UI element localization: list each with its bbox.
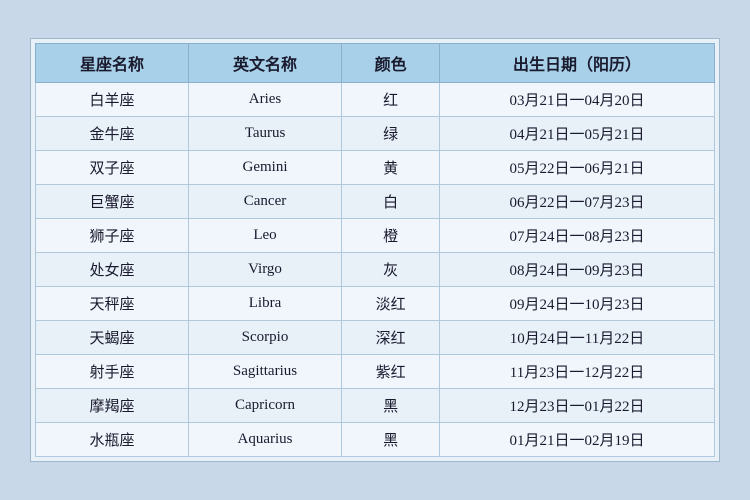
cell-english-name: Gemini xyxy=(188,151,341,185)
cell-english-name: Scorpio xyxy=(188,321,341,355)
table-row: 双子座Gemini黄05月22日一06月21日 xyxy=(36,151,715,185)
cell-chinese-name: 天蝎座 xyxy=(36,321,189,355)
cell-color: 黄 xyxy=(342,151,440,185)
cell-dates: 07月24日一08月23日 xyxy=(440,219,715,253)
cell-english-name: Cancer xyxy=(188,185,341,219)
cell-chinese-name: 处女座 xyxy=(36,253,189,287)
cell-dates: 12月23日一01月22日 xyxy=(440,389,715,423)
cell-color: 红 xyxy=(342,83,440,117)
cell-dates: 05月22日一06月21日 xyxy=(440,151,715,185)
cell-color: 橙 xyxy=(342,219,440,253)
cell-dates: 11月23日一12月22日 xyxy=(440,355,715,389)
cell-chinese-name: 射手座 xyxy=(36,355,189,389)
cell-color: 灰 xyxy=(342,253,440,287)
zodiac-table-container: 星座名称 英文名称 颜色 出生日期（阳历） 白羊座Aries红03月21日一04… xyxy=(30,38,720,462)
cell-color: 紫红 xyxy=(342,355,440,389)
cell-chinese-name: 水瓶座 xyxy=(36,423,189,457)
cell-dates: 01月21日一02月19日 xyxy=(440,423,715,457)
cell-english-name: Leo xyxy=(188,219,341,253)
table-row: 摩羯座Capricorn黑12月23日一01月22日 xyxy=(36,389,715,423)
table-row: 金牛座Taurus绿04月21日一05月21日 xyxy=(36,117,715,151)
cell-chinese-name: 天秤座 xyxy=(36,287,189,321)
cell-color: 白 xyxy=(342,185,440,219)
cell-chinese-name: 金牛座 xyxy=(36,117,189,151)
cell-color: 黑 xyxy=(342,389,440,423)
table-row: 天蝎座Scorpio深红10月24日一11月22日 xyxy=(36,321,715,355)
cell-dates: 10月24日一11月22日 xyxy=(440,321,715,355)
table-row: 射手座Sagittarius紫红11月23日一12月22日 xyxy=(36,355,715,389)
cell-english-name: Taurus xyxy=(188,117,341,151)
cell-chinese-name: 狮子座 xyxy=(36,219,189,253)
col-header-english: 英文名称 xyxy=(188,44,341,83)
cell-chinese-name: 巨蟹座 xyxy=(36,185,189,219)
table-row: 处女座Virgo灰08月24日一09月23日 xyxy=(36,253,715,287)
cell-dates: 03月21日一04月20日 xyxy=(440,83,715,117)
table-row: 巨蟹座Cancer白06月22日一07月23日 xyxy=(36,185,715,219)
col-header-chinese: 星座名称 xyxy=(36,44,189,83)
table-row: 狮子座Leo橙07月24日一08月23日 xyxy=(36,219,715,253)
cell-color: 淡红 xyxy=(342,287,440,321)
cell-dates: 06月22日一07月23日 xyxy=(440,185,715,219)
table-row: 白羊座Aries红03月21日一04月20日 xyxy=(36,83,715,117)
cell-english-name: Capricorn xyxy=(188,389,341,423)
cell-dates: 08月24日一09月23日 xyxy=(440,253,715,287)
zodiac-table: 星座名称 英文名称 颜色 出生日期（阳历） 白羊座Aries红03月21日一04… xyxy=(35,43,715,457)
cell-english-name: Libra xyxy=(188,287,341,321)
cell-chinese-name: 白羊座 xyxy=(36,83,189,117)
cell-english-name: Sagittarius xyxy=(188,355,341,389)
cell-color: 绿 xyxy=(342,117,440,151)
cell-english-name: Aquarius xyxy=(188,423,341,457)
cell-dates: 04月21日一05月21日 xyxy=(440,117,715,151)
cell-english-name: Aries xyxy=(188,83,341,117)
table-header-row: 星座名称 英文名称 颜色 出生日期（阳历） xyxy=(36,44,715,83)
table-row: 水瓶座Aquarius黑01月21日一02月19日 xyxy=(36,423,715,457)
cell-color: 深红 xyxy=(342,321,440,355)
cell-english-name: Virgo xyxy=(188,253,341,287)
cell-dates: 09月24日一10月23日 xyxy=(440,287,715,321)
col-header-color: 颜色 xyxy=(342,44,440,83)
table-row: 天秤座Libra淡红09月24日一10月23日 xyxy=(36,287,715,321)
cell-chinese-name: 摩羯座 xyxy=(36,389,189,423)
cell-color: 黑 xyxy=(342,423,440,457)
col-header-dates: 出生日期（阳历） xyxy=(440,44,715,83)
cell-chinese-name: 双子座 xyxy=(36,151,189,185)
